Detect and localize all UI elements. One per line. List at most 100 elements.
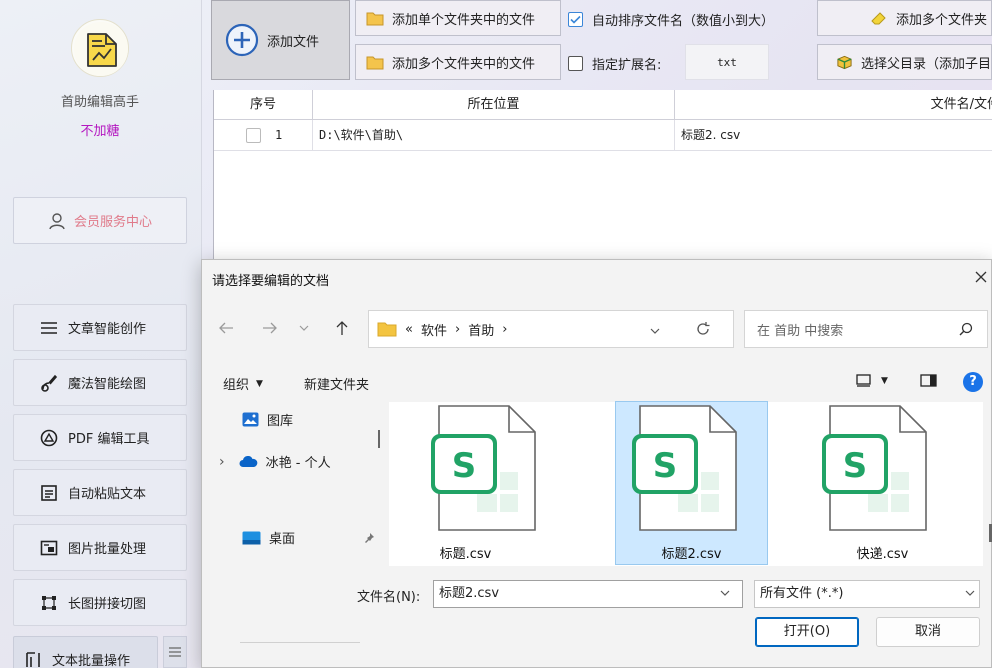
paste-icon: [41, 484, 57, 501]
nav-magic-drawing[interactable]: 魔法智能绘图: [13, 359, 187, 406]
refresh-icon[interactable]: [696, 322, 710, 340]
file-name: 标题.csv: [439, 547, 492, 562]
folder-icon: [366, 56, 384, 69]
folder-icon: [377, 322, 397, 337]
app-logo: [71, 19, 129, 77]
row-index: 1: [275, 128, 283, 142]
text-batch-icon: [26, 651, 40, 667]
row-checkbox[interactable]: [246, 128, 261, 143]
auto-sort-checkbox[interactable]: 自动排序文件名（数值小到大）: [568, 10, 774, 29]
add-multi-folders-button[interactable]: 添加多个文件夹中的文件: [355, 44, 561, 80]
tree-label: 桌面: [269, 532, 296, 547]
preview-pane-icon[interactable]: [920, 374, 937, 391]
back-arrow-icon[interactable]: [214, 316, 238, 340]
up-arrow-icon[interactable]: [330, 316, 354, 340]
app-badge: 不加糖: [80, 124, 120, 139]
extension-input[interactable]: txt: [685, 44, 769, 80]
svg-text:S: S: [843, 446, 868, 486]
breadcrumb-item[interactable]: 软件: [421, 320, 447, 339]
specify-ext-checkbox[interactable]: 指定扩展名:: [568, 54, 661, 73]
csv-file-icon: S: [431, 405, 536, 531]
nav-text-batch[interactable]: 文本批量操作: [13, 636, 158, 668]
row-location: D:\软件\首助\: [313, 120, 675, 151]
breadcrumb-separator-icon: ›: [454, 321, 461, 337]
choose-parent-label: 选择父目录（添加子目: [860, 56, 991, 72]
member-center-button[interactable]: 会员服务中心: [13, 197, 187, 244]
organize-label: 组织: [223, 378, 250, 393]
files-pane: S 标题.csv S 标题2.csv S 快递.csv: [389, 401, 983, 566]
address-bar[interactable]: « 软件 › 首助 ›: [368, 310, 734, 348]
file-name: 标题2.csv: [661, 547, 722, 562]
filename-input[interactable]: 标题2.csv: [433, 580, 743, 608]
row-filename: 标题2. csv: [675, 120, 992, 151]
view-options-button[interactable]: ▼: [856, 374, 888, 387]
nav-pdf-tools[interactable]: PDF 编辑工具: [13, 414, 187, 461]
tree-divider: [240, 642, 360, 643]
file-table: 序号 所在位置 文件名/文件 1 D:\软件\首助\ 标题2. csv: [213, 90, 992, 265]
column-header-index[interactable]: 序号: [214, 90, 313, 120]
file-type-select[interactable]: 所有文件 (*.*): [754, 580, 980, 608]
navigation-pane: 图库 › 冰艳 - 个人 桌面: [203, 402, 375, 643]
folder-icon: [366, 12, 384, 25]
chevron-down-icon[interactable]: [720, 585, 730, 600]
column-header-location[interactable]: 所在位置: [313, 90, 675, 120]
svg-text:S: S: [452, 446, 477, 486]
breadcrumb-prefix: «: [405, 321, 413, 337]
add-multi-files-button[interactable]: 添加多个文件夹: [817, 0, 992, 36]
search-icon: [959, 322, 973, 336]
box-icon: [837, 55, 852, 70]
open-button[interactable]: 打开(O): [755, 617, 859, 647]
hamburger-icon[interactable]: [163, 636, 187, 668]
checkbox-checked-icon: [568, 12, 583, 27]
nav-label: 魔法智能绘图: [68, 377, 147, 392]
recent-chevron-icon[interactable]: [292, 316, 316, 340]
image-icon: [40, 540, 58, 555]
tree-scrollbar[interactable]: [378, 430, 380, 448]
caret-down-icon: ▼: [881, 375, 888, 386]
chevron-down-icon[interactable]: [965, 585, 975, 600]
search-input[interactable]: 在 首助 中搜索: [744, 310, 988, 348]
file-item[interactable]: S 标题.csv: [389, 402, 542, 566]
nav-auto-paste[interactable]: 自动粘贴文本: [13, 469, 187, 516]
row-index-cell[interactable]: 1: [214, 120, 313, 151]
close-icon[interactable]: [970, 266, 992, 288]
column-header-filename[interactable]: 文件名/文件: [675, 90, 992, 120]
file-item[interactable]: S 快递.csv: [806, 402, 959, 566]
forward-arrow-icon[interactable]: [258, 316, 282, 340]
open-file-dialog: 请选择要编辑的文档 « 软件 › 首助 › 在 首助 中搜索 组织 ▼ 新建文件…: [201, 259, 992, 668]
add-file-button[interactable]: 添加文件: [211, 0, 350, 80]
specify-ext-label: 指定扩展名:: [592, 58, 662, 73]
add-multi-files-label: 添加多个文件夹: [896, 12, 988, 28]
menu-lines-icon: [41, 321, 57, 334]
search-placeholder: 在 首助 中搜索: [757, 323, 844, 339]
crop-icon: [42, 595, 56, 610]
app-name: 首助编辑高手: [60, 95, 139, 110]
nav-long-image[interactable]: 长图拼接切图: [13, 579, 187, 626]
tree-item-gallery[interactable]: 图库: [242, 410, 293, 429]
cancel-button[interactable]: 取消: [876, 617, 980, 647]
add-single-folder-button[interactable]: 添加单个文件夹中的文件: [355, 0, 561, 36]
breadcrumb-item[interactable]: 首助: [468, 320, 494, 339]
nav-article-creation[interactable]: 文章智能创作: [13, 304, 187, 351]
help-icon[interactable]: ?: [963, 372, 983, 392]
csv-file-icon: S: [632, 405, 737, 531]
nav-image-batch[interactable]: 图片批量处理: [13, 524, 187, 571]
auto-sort-label: 自动排序文件名（数值小到大）: [592, 14, 775, 29]
choose-parent-button[interactable]: 选择父目录（添加子目: [817, 44, 992, 80]
nav-label: 长图拼接切图: [68, 597, 147, 612]
chevron-down-icon[interactable]: [650, 323, 660, 338]
svg-text:S: S: [653, 446, 678, 486]
new-folder-button[interactable]: 新建文件夹: [304, 374, 369, 393]
gallery-icon: [242, 412, 259, 427]
nav-label: 文本批量操作: [52, 654, 131, 668]
tree-item-onedrive[interactable]: › 冰艳 - 个人: [219, 452, 331, 472]
organize-button[interactable]: 组织 ▼: [223, 374, 263, 393]
eraser-icon: [871, 12, 886, 25]
file-item-selected[interactable]: S 标题2.csv: [615, 401, 768, 565]
pdf-icon: [40, 429, 58, 446]
csv-file-icon: S: [822, 405, 927, 531]
nav-label: 文章智能创作: [68, 322, 147, 337]
tree-item-desktop[interactable]: 桌面: [242, 528, 375, 547]
cloud-icon: [239, 455, 257, 467]
filename-label: 文件名(N):: [357, 590, 421, 605]
